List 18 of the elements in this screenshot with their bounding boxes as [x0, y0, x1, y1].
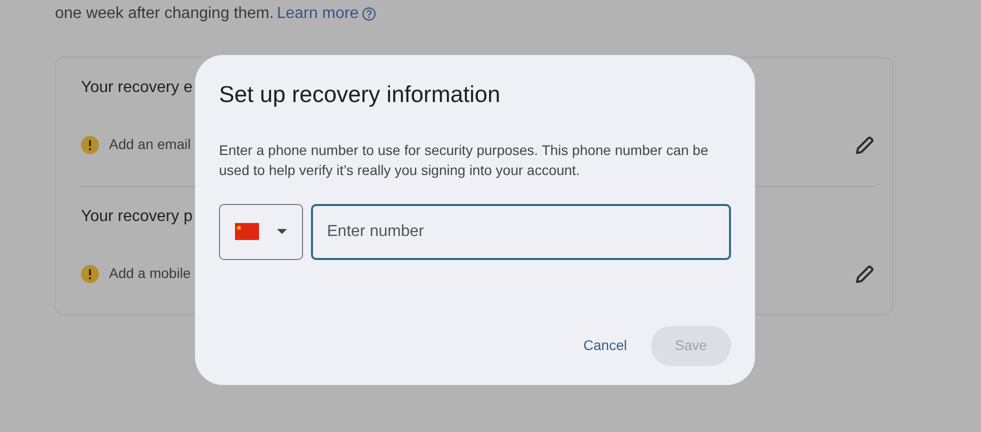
- country-select[interactable]: [219, 204, 303, 260]
- warning-icon: [81, 264, 99, 282]
- learn-more-link[interactable]: Learn more: [276, 2, 359, 26]
- dialog-description: Enter a phone number to use for security purposes. This phone number can be used to help verify it’s really you signing into your account.: [219, 140, 710, 180]
- edit-icon[interactable]: [856, 136, 874, 154]
- edit-icon[interactable]: [856, 264, 874, 282]
- intro-text: one week after changing them.: [55, 4, 274, 24]
- warning-icon: [81, 136, 99, 154]
- section-title: Your recovery p: [81, 207, 192, 227]
- cancel-button[interactable]: Cancel: [579, 327, 631, 364]
- add-action-text: Add an email: [109, 135, 191, 154]
- help-icon: [362, 7, 376, 21]
- dialog-title: Set up recovery information: [219, 81, 502, 109]
- phone-number-field[interactable]: Enter number: [311, 204, 731, 260]
- section-title: Your recovery e: [81, 78, 192, 98]
- add-action-text: Add a mobile: [109, 264, 191, 283]
- flag-icon: [235, 223, 259, 240]
- dropdown-arrow-icon: [277, 229, 287, 234]
